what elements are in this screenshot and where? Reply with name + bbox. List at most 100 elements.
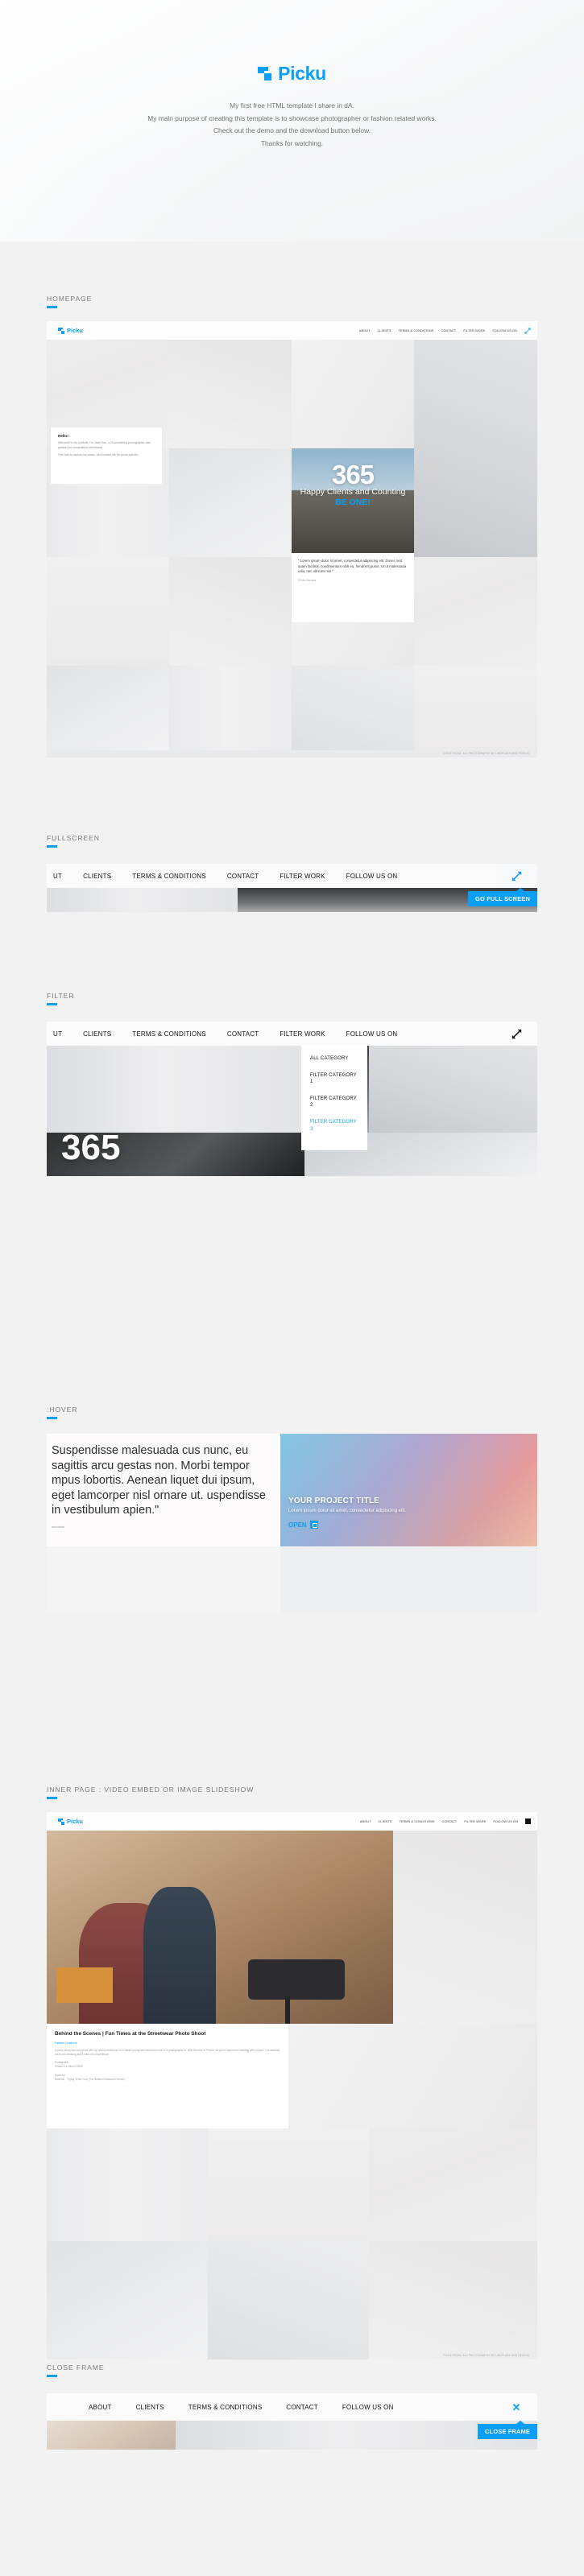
gallery-tile[interactable] — [393, 1831, 537, 2024]
fullscreen-navbar: UT CLIENTS TERMS & CONDITIONS CONTACT FI… — [47, 864, 537, 888]
gallery-tile[interactable] — [47, 2128, 208, 2241]
nav-item-contact[interactable]: CONTACT — [227, 873, 259, 880]
filter-mockup: UT CLIENTS TERMS & CONDITIONS CONTACT FI… — [47, 1022, 537, 1176]
hero-stat-number: 365 — [331, 460, 375, 489]
section-fullscreen: FULLSCREEN UT CLIENTS TERMS & CONDITIONS… — [0, 834, 537, 912]
gallery-tile[interactable] — [169, 557, 292, 666]
fullscreen-toggle-button[interactable] — [495, 864, 537, 888]
gallery-tile[interactable] — [47, 557, 169, 666]
gallery-tile[interactable] — [169, 666, 292, 750]
filter-option-all-category[interactable]: ALL CATEGORY — [310, 1055, 358, 1062]
gallery-tile[interactable] — [47, 1046, 304, 1133]
nav-item-clients[interactable]: CLIENTS — [83, 873, 111, 880]
section-label-closeframe: CLOSE FRAME — [47, 2363, 537, 2377]
nav-item-clients[interactable]: CLIENTS — [379, 1820, 392, 1823]
gallery-tile[interactable] — [169, 340, 292, 448]
gallery-tile[interactable] — [208, 2128, 369, 2241]
section-label-bar — [47, 306, 57, 308]
filter-dropdown-panel: ALL CATEGORY FILTER CATEGORY 1 FILTER CA… — [301, 1046, 367, 1150]
nav-item-contact[interactable]: CONTACT — [227, 1030, 259, 1038]
section-label-bar — [47, 845, 57, 848]
closeframe-mockup: ABOUT CLIENTS TERMS & CONDITIONS CONTACT… — [47, 2393, 537, 2450]
mock-brand-name: Picku — [67, 1818, 84, 1825]
open-project-button[interactable]: OPEN — [288, 1521, 530, 1529]
hover-card-subtitle: Lorem ipsum dolor sit amet, consectetur … — [288, 1509, 407, 1513]
nav-item-filter-work[interactable]: FILTER WORK — [280, 1030, 325, 1038]
expand-arrows-icon[interactable] — [524, 328, 531, 334]
mock-brand-logo[interactable]: Picku — [47, 1818, 83, 1825]
hover-paragraph: Suspendisse malesuada cus nunc, eu sagit… — [52, 1444, 266, 1517]
nav-item-terms[interactable]: TERMS & CONDITIONS — [399, 1820, 434, 1823]
innerpage-navbar: Picku ABOUT CLIENTS TERMS & CONDITIONS C… — [47, 1812, 537, 1831]
gallery-tile[interactable] — [288, 2024, 537, 2128]
nav-item-contact[interactable]: CONTACT — [286, 2404, 317, 2411]
filter-option-category-1[interactable]: FILTER CATEGORY 1 — [310, 1072, 358, 1085]
nav-item-about[interactable]: ABOUT — [89, 2404, 112, 2411]
nav-item-follow-us[interactable]: FOLLOW US ON — [493, 1820, 518, 1823]
nav-item-terms[interactable]: TERMS & CONDITIONS — [132, 873, 206, 880]
hero-stat-line1: Happy Clients and Counting — [300, 487, 406, 497]
close-frame-icon[interactable] — [525, 1818, 531, 1824]
featured-media[interactable] — [47, 1831, 393, 2024]
gallery-tile[interactable] — [414, 557, 537, 666]
article-body: A photo shoot was conceived with my frie… — [55, 2048, 280, 2056]
nav-item-contact[interactable]: CONTACT — [442, 1820, 458, 1823]
nav-item-filter-work[interactable]: FILTER WORK — [464, 1820, 486, 1823]
gallery-tile[interactable] — [169, 448, 292, 557]
section-label-bar — [47, 1003, 57, 1005]
intro-line-1: My first free HTML template I share in d… — [230, 101, 354, 109]
nav-item-clients[interactable]: CLIENTS — [378, 329, 391, 332]
nav-item-follow-us[interactable]: FOLLOW US ON — [346, 873, 398, 880]
intro-line-3: Check out the demo and the download butt… — [213, 126, 371, 135]
close-frame-button[interactable]: ✕ — [495, 2393, 537, 2421]
gallery-tile[interactable] — [292, 340, 414, 448]
fullscreen-toggle-button[interactable] — [495, 1022, 537, 1046]
expand-arrows-icon — [512, 1029, 522, 1039]
filter-navbar: UT CLIENTS TERMS & CONDITIONS CONTACT FI… — [47, 1022, 537, 1046]
nav-item-about-truncated[interactable]: UT — [53, 873, 62, 880]
nav-item-about-truncated[interactable]: UT — [53, 1030, 62, 1038]
nav-item-follow-us[interactable]: FOLLOW US ON — [346, 1030, 398, 1038]
hover-image-tile[interactable] — [280, 1434, 537, 1546]
close-frame-tooltip[interactable]: CLOSE FRAME — [478, 2421, 537, 2439]
hover-mockup: Suspendisse malesuada cus nunc, eu sagit… — [47, 1434, 537, 1612]
nav-item-follow-us[interactable]: FOLLOW US ON — [342, 2404, 394, 2411]
gallery-tile[interactable] — [47, 1546, 280, 1612]
gallery-tile[interactable] — [47, 2241, 208, 2359]
open-frame-icon — [309, 1521, 318, 1529]
nav-item-clients[interactable]: CLIENTS — [83, 1030, 111, 1038]
nav-item-terms[interactable]: TERMS & CONDITIONS — [188, 2404, 263, 2411]
nav-item-follow-us[interactable]: FOLLOW US ON — [492, 329, 517, 332]
gallery-tile[interactable] — [208, 2241, 369, 2359]
nav-item-about[interactable]: ABOUT — [359, 329, 371, 332]
gallery-tile[interactable] — [280, 1546, 537, 1612]
article-category[interactable]: Fashion Lookbook — [55, 2041, 280, 2045]
nav-item-contact[interactable]: CONTACT — [441, 329, 457, 332]
mock-brand-name: Picku — [67, 327, 84, 334]
tooltip-notch — [516, 888, 524, 891]
nav-item-filter-work[interactable]: FILTER WORK — [463, 329, 485, 332]
gallery-tile[interactable] — [292, 666, 414, 750]
gallery-tile[interactable] — [47, 2421, 176, 2450]
brand-logo[interactable]: Picku — [0, 63, 584, 85]
nav-item-terms[interactable]: TERMS & CONDITIONS — [398, 329, 433, 332]
nav-item-filter-work[interactable]: FILTER WORK — [280, 873, 325, 880]
gallery-tile[interactable] — [369, 2128, 537, 2241]
section-label-bar — [47, 1417, 57, 1419]
gallery-tile[interactable] — [414, 666, 537, 750]
go-fullscreen-tooltip[interactable]: GO FULL SCREEN — [468, 888, 537, 906]
filter-option-category-2[interactable]: FILTER CATEGORY 2 — [310, 1096, 358, 1108]
nav-item-about[interactable]: ABOUT — [360, 1820, 371, 1823]
section-label-homepage: HOMEPAGE — [47, 295, 537, 308]
mock-brand-logo[interactable]: Picku — [47, 327, 83, 334]
section-label-text: :HOVER — [47, 1406, 78, 1414]
gallery-tile[interactable] — [369, 1046, 537, 1133]
gallery-tile[interactable] — [47, 666, 169, 750]
close-frame-label: CLOSE FRAME — [485, 2428, 530, 2435]
nav-item-terms[interactable]: TERMS & CONDITIONS — [132, 1030, 206, 1038]
nav-item-clients[interactable]: CLIENTS — [136, 2404, 164, 2411]
gallery-tile-feature[interactable] — [414, 340, 537, 557]
gallery-tile[interactable] — [47, 888, 238, 912]
gallery-tile[interactable] — [369, 2241, 537, 2359]
filter-option-category-3[interactable]: FILTER CATEGORY 3 — [310, 1119, 358, 1132]
